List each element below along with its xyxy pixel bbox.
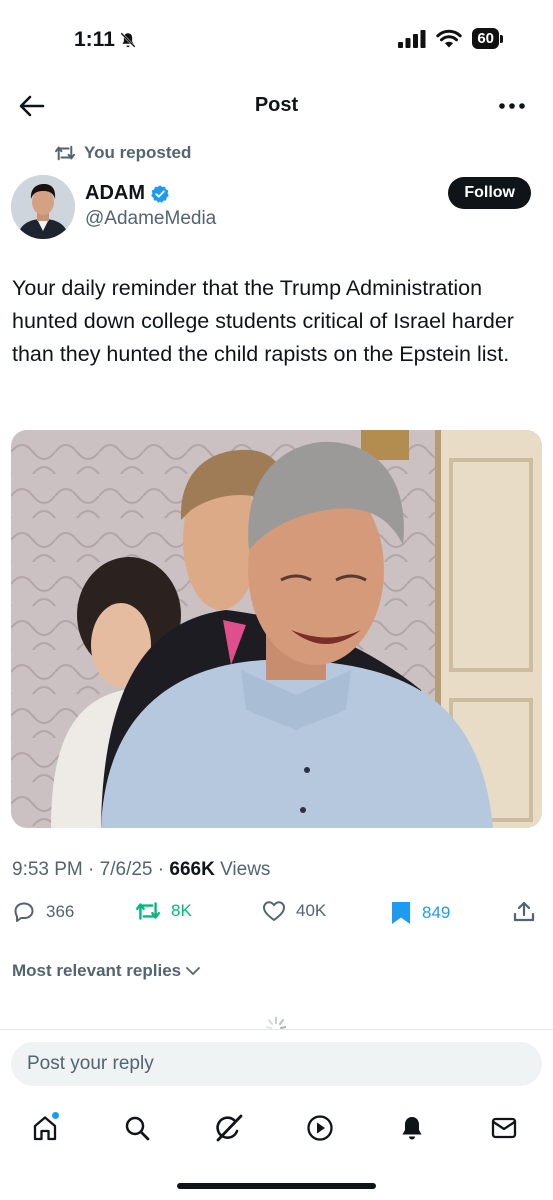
page-title: Post xyxy=(254,94,299,116)
bookmark-count: 849 xyxy=(422,903,451,922)
nav-header: Post xyxy=(0,80,553,132)
bell-icon xyxy=(402,1117,422,1140)
mail-icon xyxy=(491,1117,517,1139)
wifi-icon xyxy=(436,29,463,48)
repost-icon xyxy=(55,145,75,161)
author-name-text: ADAM xyxy=(85,182,145,204)
tweet-meta: 9:53 PM · 7/6/25 · 666K Views xyxy=(12,859,270,881)
grok-icon xyxy=(216,1114,243,1142)
author-name[interactable]: ADAM xyxy=(85,182,170,205)
repost-count: 8K xyxy=(171,901,192,920)
search-icon xyxy=(125,1116,150,1141)
status-indicators: 60 xyxy=(398,28,503,49)
share-icon xyxy=(513,901,535,922)
tab-notifications[interactable] xyxy=(392,1108,432,1148)
views-count[interactable]: 666K xyxy=(169,859,214,880)
share-button[interactable] xyxy=(512,900,536,924)
reply-button[interactable]: 366 xyxy=(12,900,74,924)
meta-separator: · xyxy=(88,859,95,880)
tweet-date: 7/6/25 xyxy=(99,859,153,880)
reply-icon xyxy=(14,902,34,922)
tweet-time: 9:53 PM xyxy=(12,859,83,880)
clock-text: 1:11 xyxy=(74,28,115,51)
status-time: 1:11 xyxy=(74,28,137,52)
like-count: 40K xyxy=(296,901,327,920)
bottom-tab-bar xyxy=(0,1100,553,1156)
more-options-button[interactable] xyxy=(495,92,529,120)
avatar[interactable] xyxy=(11,175,75,239)
more-icon xyxy=(499,103,525,109)
reply-input[interactable] xyxy=(11,1042,542,1086)
like-icon xyxy=(263,901,285,921)
like-button[interactable]: 40K xyxy=(262,900,326,922)
bookmark-icon xyxy=(392,902,410,924)
author-handle[interactable]: @AdameMedia xyxy=(85,208,216,230)
status-bar: 1:11 60 xyxy=(0,0,553,80)
tab-search[interactable] xyxy=(117,1108,157,1148)
video-icon xyxy=(307,1115,333,1141)
replies-sort-dropdown[interactable]: Most relevant replies xyxy=(12,961,201,981)
repost-icon xyxy=(135,902,161,920)
tweet-image[interactable] xyxy=(11,430,542,828)
silent-bell-icon xyxy=(120,32,136,48)
signal-icon xyxy=(398,29,426,48)
battery-cap xyxy=(500,34,503,43)
chevron-down-icon xyxy=(186,967,201,975)
tab-video[interactable] xyxy=(300,1108,340,1148)
repost-indicator: You reposted xyxy=(54,143,191,163)
verified-icon xyxy=(151,184,169,203)
repost-button[interactable]: 8K xyxy=(135,900,192,922)
reply-count: 366 xyxy=(46,902,75,921)
reply-bar xyxy=(0,1029,553,1089)
action-bar: 366 8K 40K 849 xyxy=(0,900,553,934)
views-label: Views xyxy=(220,859,271,880)
home-indicator xyxy=(177,1183,376,1189)
avatar-image xyxy=(11,175,75,239)
replies-sort-label: Most relevant replies xyxy=(12,961,182,980)
bookmark-button[interactable]: 849 xyxy=(390,900,450,926)
follow-button[interactable]: Follow xyxy=(448,177,531,209)
tab-grok[interactable] xyxy=(209,1108,249,1148)
meta-separator: · xyxy=(157,859,165,880)
tab-messages[interactable] xyxy=(484,1108,524,1148)
tweet-text: Your daily reminder that the Trump Admin… xyxy=(12,276,514,366)
notification-dot xyxy=(52,1112,59,1119)
repost-label: You reposted xyxy=(84,143,192,162)
tweet-photo xyxy=(11,430,542,828)
loading-spinner-icon xyxy=(266,1017,286,1029)
battery-level: 60 xyxy=(472,28,499,49)
tab-home[interactable] xyxy=(25,1108,65,1148)
battery-indicator: 60 xyxy=(472,28,503,49)
